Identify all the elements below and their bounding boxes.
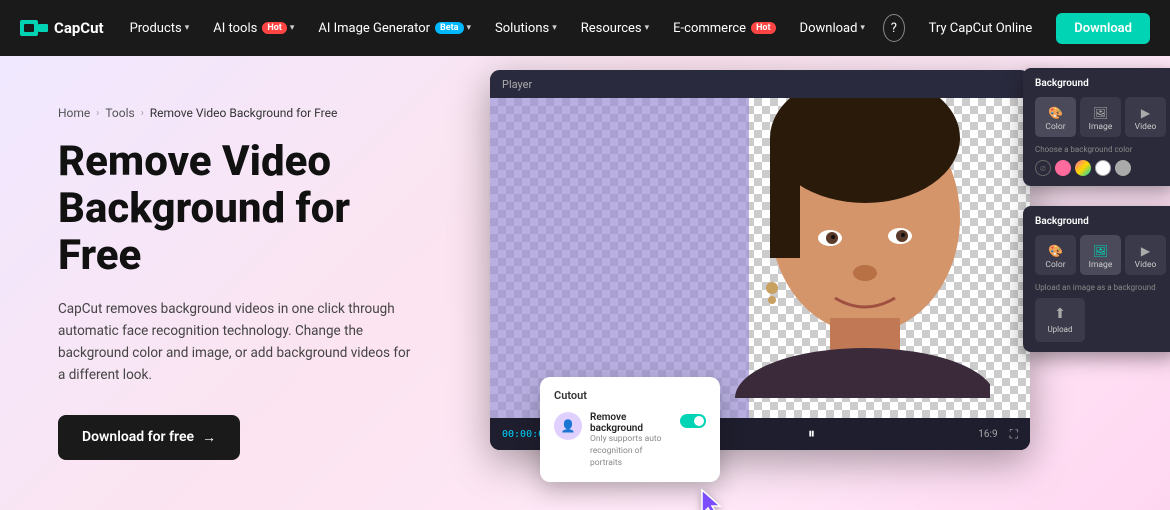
nav-item-download[interactable]: Download ▾: [790, 15, 875, 42]
logo-text: CapCut: [54, 19, 104, 37]
panel-title: Background: [1035, 78, 1166, 89]
person-image: [710, 98, 1010, 408]
help-icon: ?: [891, 21, 897, 36]
breadcrumb-current: Remove Video Background for Free: [150, 106, 338, 120]
cutout-avatar-icon: 👤: [554, 412, 582, 440]
cutout-info: Remove background Only supports auto rec…: [590, 412, 672, 470]
mockup-area: Player: [480, 56, 1170, 510]
chevron-down-icon: ▾: [290, 23, 295, 33]
panel-tabs: 🎨 Color 🖼 Image ▶ Video: [1035, 97, 1166, 137]
chevron-down-icon: ▾: [645, 23, 650, 33]
tab-color[interactable]: 🎨 Color: [1035, 97, 1076, 137]
nav-item-ai-image[interactable]: AI Image Generator Beta ▾: [308, 15, 481, 42]
breadcrumb-separator: ›: [96, 108, 99, 119]
upload-button[interactable]: ⬆ Upload: [1035, 298, 1085, 342]
panel-title: Background: [1035, 216, 1166, 227]
nav-item-solutions[interactable]: Solutions ▾: [485, 15, 567, 42]
cutout-feature-name: Remove background: [590, 412, 672, 434]
breadcrumb-separator: ›: [141, 108, 144, 119]
breadcrumb-tools[interactable]: Tools: [105, 106, 134, 120]
chevron-down-icon: ▾: [467, 23, 472, 33]
chevron-down-icon: ▾: [552, 23, 557, 33]
cutout-feature-sub: Only supports auto recognition of portra…: [590, 434, 672, 470]
tab-image[interactable]: 🖼 Image: [1080, 235, 1121, 275]
help-button[interactable]: ?: [883, 14, 905, 42]
color-swatches: ⊘: [1035, 160, 1166, 176]
swatch-white[interactable]: [1095, 160, 1111, 176]
player-body: [490, 98, 1030, 418]
swatch-gray[interactable]: [1115, 160, 1131, 176]
nav-item-ai-tools[interactable]: AI tools Hot ▾: [203, 15, 304, 42]
breadcrumb: Home › Tools › Remove Video Background f…: [58, 106, 440, 120]
logo[interactable]: CapCut: [20, 17, 104, 39]
nav-item-ecommerce[interactable]: E-commerce Hot: [663, 15, 785, 42]
background-panel-color: Background 🎨 Color 🖼 Image ▶ Video Choos…: [1023, 68, 1170, 186]
panel-subtitle: Choose a background color: [1035, 145, 1166, 154]
chevron-down-icon: ▾: [185, 23, 190, 33]
hot-badge: Hot: [262, 22, 286, 34]
swatch-gradient[interactable]: [1075, 160, 1091, 176]
toggle-switch[interactable]: [680, 414, 706, 428]
hot-badge: Hot: [751, 22, 775, 34]
swatch-pink[interactable]: [1055, 160, 1071, 176]
tab-video[interactable]: ▶ Video: [1125, 97, 1166, 137]
download-button[interactable]: Download: [1056, 13, 1150, 44]
chevron-down-icon: ▾: [860, 23, 865, 33]
fullscreen-icon[interactable]: ⛶: [1010, 427, 1018, 442]
panel-tabs: 🎨 Color 🖼 Image ▶ Video: [1035, 235, 1166, 275]
download-free-button[interactable]: Download for free →: [58, 415, 240, 460]
cutout-row: 👤 Remove background Only supports auto r…: [554, 412, 706, 470]
background-panel-image: Background 🎨 Color 🖼 Image ▶ Video Uploa…: [1023, 206, 1170, 352]
cutout-panel: Cutout 👤 Remove background Only supports…: [540, 377, 720, 482]
upload-icon: ⬆: [1054, 306, 1066, 322]
player-topbar: Player: [490, 70, 1030, 98]
hero-description: CapCut removes background videos in one …: [58, 298, 418, 387]
page-title: Remove Video Background for Free: [58, 138, 440, 279]
tab-color[interactable]: 🎨 Color: [1035, 235, 1076, 275]
main-content: Home › Tools › Remove Video Background f…: [0, 56, 1170, 510]
cutout-title: Cutout: [554, 389, 706, 402]
breadcrumb-home[interactable]: Home: [58, 106, 90, 120]
nav-item-products[interactable]: Products ▾: [120, 15, 200, 42]
arrow-icon: →: [202, 429, 216, 446]
hero-section: Home › Tools › Remove Video Background f…: [0, 56, 480, 510]
swatch-none[interactable]: ⊘: [1035, 160, 1051, 176]
person-svg: [710, 98, 990, 398]
try-online-button[interactable]: Try CapCut Online: [915, 14, 1047, 43]
nav-item-resources[interactable]: Resources ▾: [571, 15, 659, 42]
panel-subtitle: Upload an image as a background: [1035, 283, 1166, 292]
toggle-knob: [694, 416, 704, 426]
navbar: CapCut Products ▾ AI tools Hot ▾ AI Imag…: [0, 0, 1170, 56]
player-label: Player: [502, 78, 532, 91]
tab-image[interactable]: 🖼 Image: [1080, 97, 1121, 137]
ratio-badge: 16:9: [978, 429, 997, 440]
capcut-logo-icon: [20, 17, 48, 39]
beta-badge: Beta: [435, 22, 463, 34]
play-button[interactable]: ⏸: [808, 426, 815, 442]
cursor-svg: [698, 488, 726, 510]
tab-video[interactable]: ▶ Video: [1125, 235, 1166, 275]
